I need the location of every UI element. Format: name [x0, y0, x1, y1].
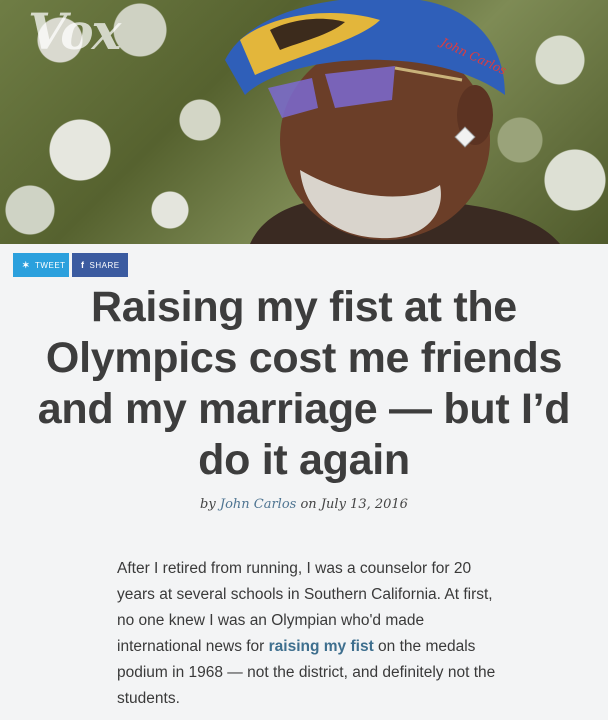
tweet-button-label: TWEET	[35, 260, 66, 270]
byline-prefix: by	[200, 497, 216, 512]
share-bar: ✶ TWEET f SHARE	[13, 253, 128, 277]
byline: by John Carlos on July 13, 2016	[0, 497, 608, 512]
article-title: Raising my fist at the Olympics cost me …	[37, 283, 571, 484]
facebook-f-icon: f	[81, 260, 85, 270]
publish-date: July 13, 2016	[320, 497, 408, 512]
twitter-bird-icon: ✶	[22, 259, 31, 270]
byline-on: on	[300, 497, 317, 512]
raising-my-fist-link[interactable]: raising my fist	[269, 638, 374, 655]
hero-image: John Carlos Vox	[0, 0, 608, 244]
share-button[interactable]: f SHARE	[72, 253, 128, 277]
vox-logo[interactable]: Vox	[28, 2, 121, 61]
article-paragraph: After I retired from running, I was a co…	[117, 556, 497, 712]
tweet-button[interactable]: ✶ TWEET	[13, 253, 69, 277]
share-button-label: SHARE	[89, 260, 120, 270]
author-link[interactable]: John Carlos	[220, 497, 296, 512]
